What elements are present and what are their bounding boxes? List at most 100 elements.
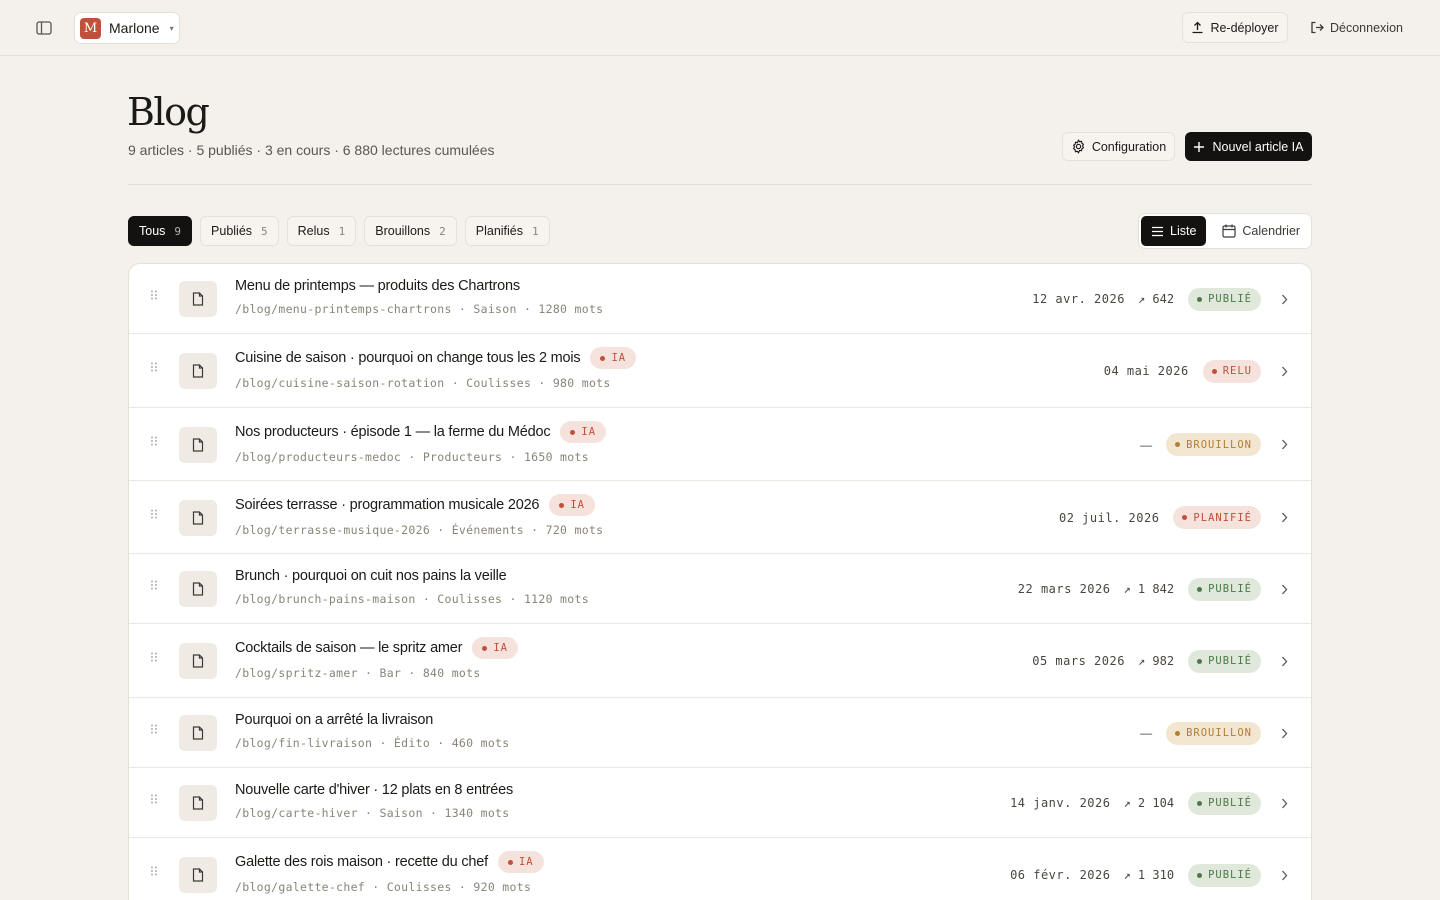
- status-label: BROUILLON: [1186, 438, 1252, 451]
- configuration-button[interactable]: Configuration: [1062, 132, 1175, 161]
- status-dot: [482, 645, 488, 651]
- sidebar-toggle-button[interactable]: [32, 17, 56, 39]
- article-row[interactable]: Menu de printemps — produits des Chartro…: [129, 264, 1311, 334]
- ai-badge: IA: [472, 637, 518, 659]
- status-dot: [1182, 515, 1188, 520]
- status-label: PUBLIÉ: [1208, 869, 1252, 881]
- article-title[interactable]: Menu de printemps — produits des Chartro…: [235, 278, 520, 294]
- site-name: Marlone: [109, 20, 160, 36]
- article-title[interactable]: Cocktails de saison — le spritz amer: [235, 640, 463, 656]
- chevron-right-icon[interactable]: [1277, 870, 1291, 881]
- ai-badge-label: IA: [493, 642, 508, 654]
- filter-planifies[interactable]: Planifiés 1: [464, 216, 550, 246]
- status-badge: PUBLIÉ: [1188, 287, 1261, 311]
- article-date: 05 mars 2026: [1032, 654, 1125, 668]
- article-row[interactable]: Nos producteurs · épisode 1 — la ferme d…: [129, 408, 1311, 481]
- ai-badge: IA: [590, 347, 637, 369]
- article-title[interactable]: Pourquoi on a arrêté la livraison: [235, 712, 433, 728]
- calendar-view-button[interactable]: Calendrier: [1212, 216, 1310, 246]
- status-dot: [600, 355, 606, 361]
- filter-publies[interactable]: Publiés 5: [200, 216, 279, 246]
- status-badge: PUBLIÉ: [1188, 791, 1261, 815]
- article-row[interactable]: Brunch · pourquoi on cuit nos pains la v…: [129, 554, 1311, 624]
- status-badge: PUBLIÉ: [1188, 649, 1261, 673]
- article-row[interactable]: Soirées terrasse · programmation musical…: [129, 481, 1311, 554]
- article-views: ↗ 1 310: [1123, 868, 1175, 882]
- document-icon: [179, 571, 217, 607]
- logout-label: Déconnexion: [1330, 20, 1403, 35]
- drag-handle-icon[interactable]: [150, 436, 158, 446]
- article-date: 04 mai 2026: [1103, 364, 1189, 378]
- status-badge: RELU: [1202, 359, 1261, 383]
- article-title[interactable]: Galette des rois maison · recette du che…: [235, 854, 488, 870]
- article-row[interactable]: Nouvelle carte d'hiver · 12 plats en 8 e…: [129, 768, 1311, 838]
- drag-handle-icon[interactable]: [150, 794, 158, 804]
- top-bar: M Marlone ▾ Re-déployer Déconnexion: [0, 0, 1440, 56]
- article-row[interactable]: Galette des rois maison · recette du che…: [129, 838, 1311, 900]
- drag-handle-icon[interactable]: [150, 866, 158, 876]
- status-label: PUBLIÉ: [1208, 797, 1252, 809]
- article-date: —: [1140, 726, 1153, 740]
- logout-button[interactable]: Déconnexion: [1310, 12, 1403, 43]
- chevron-right-icon[interactable]: [1277, 294, 1291, 305]
- list-icon: [1152, 226, 1163, 236]
- configuration-label: Configuration: [1091, 139, 1167, 154]
- drag-handle-icon[interactable]: [150, 509, 158, 519]
- filter-count: 9: [174, 224, 182, 238]
- filter-count: 2: [439, 224, 446, 238]
- article-title[interactable]: Soirées terrasse · programmation musical…: [235, 497, 540, 513]
- drag-handle-icon[interactable]: [150, 290, 158, 300]
- filter-tous[interactable]: Tous 9: [128, 216, 193, 246]
- drag-handle-icon[interactable]: [150, 724, 158, 734]
- document-icon: [179, 857, 217, 893]
- status-filters: Tous 9 Publiés 5 Relus 1 Brouillons 2 Pl…: [128, 216, 550, 246]
- article-title[interactable]: Cuisine de saison · pourquoi on change t…: [235, 350, 581, 366]
- site-logo: M: [80, 17, 101, 39]
- status-dot: [1197, 296, 1203, 302]
- article-title[interactable]: Brunch · pourquoi on cuit nos pains la v…: [235, 568, 507, 584]
- drag-handle-icon[interactable]: [150, 580, 158, 590]
- status-label: PUBLIÉ: [1208, 655, 1252, 667]
- status-badge: BROUILLON: [1166, 721, 1261, 745]
- status-label: PUBLIÉ: [1208, 293, 1252, 305]
- article-views: ↗ 642: [1137, 292, 1175, 306]
- article-date: —: [1140, 437, 1153, 452]
- chevron-right-icon[interactable]: [1277, 656, 1291, 667]
- status-dot: [1175, 730, 1181, 736]
- upload-icon: [1192, 21, 1203, 34]
- chevron-right-icon[interactable]: [1277, 798, 1291, 809]
- chevron-down-icon: ▾: [169, 23, 174, 33]
- ai-badge-label: IA: [518, 856, 534, 868]
- list-view-button[interactable]: Liste: [1141, 216, 1207, 246]
- chevron-right-icon[interactable]: [1277, 366, 1291, 377]
- article-row[interactable]: Cocktails de saison — le spritz amer IA …: [129, 624, 1311, 698]
- article-title[interactable]: Nouvelle carte d'hiver · 12 plats en 8 e…: [235, 782, 513, 798]
- new-ai-article-button[interactable]: Nouvel article IA: [1185, 132, 1312, 161]
- site-switcher[interactable]: M Marlone ▾: [74, 12, 180, 44]
- chevron-right-icon[interactable]: [1277, 728, 1291, 739]
- chevron-right-icon[interactable]: [1277, 512, 1291, 523]
- drag-handle-icon[interactable]: [150, 362, 158, 372]
- article-row[interactable]: Cuisine de saison · pourquoi on change t…: [129, 334, 1311, 408]
- status-badge: PUBLIÉ: [1188, 577, 1261, 601]
- drag-handle-icon[interactable]: [150, 652, 158, 662]
- article-date: 22 mars 2026: [1017, 582, 1111, 596]
- sidebar-icon: [36, 21, 52, 35]
- status-dot: [1197, 872, 1203, 878]
- filter-label: Publiés: [211, 224, 253, 238]
- chevron-right-icon[interactable]: [1277, 439, 1291, 450]
- article-title[interactable]: Nos producteurs · épisode 1 — la ferme d…: [235, 424, 551, 440]
- article-meta: /blog/cuisine-saison-rotation · Coulisse…: [235, 376, 611, 390]
- calendar-view-label: Calendrier: [1242, 224, 1301, 238]
- filter-label: Tous: [139, 224, 166, 238]
- article-meta: /blog/terrasse-musique-2026 · Événements…: [235, 523, 604, 537]
- status-label: RELU: [1222, 365, 1252, 377]
- ai-badge: IA: [560, 421, 607, 443]
- filter-brouillons[interactable]: Brouillons 2: [364, 216, 457, 246]
- filter-relus[interactable]: Relus 1: [286, 216, 357, 246]
- chevron-right-icon[interactable]: [1277, 584, 1291, 595]
- article-row[interactable]: Pourquoi on a arrêté la livraison /blog/…: [129, 698, 1311, 768]
- status-dot: [507, 859, 513, 865]
- redeploy-button[interactable]: Re-déployer: [1182, 12, 1288, 43]
- article-views: ↗ 1 842: [1123, 582, 1175, 596]
